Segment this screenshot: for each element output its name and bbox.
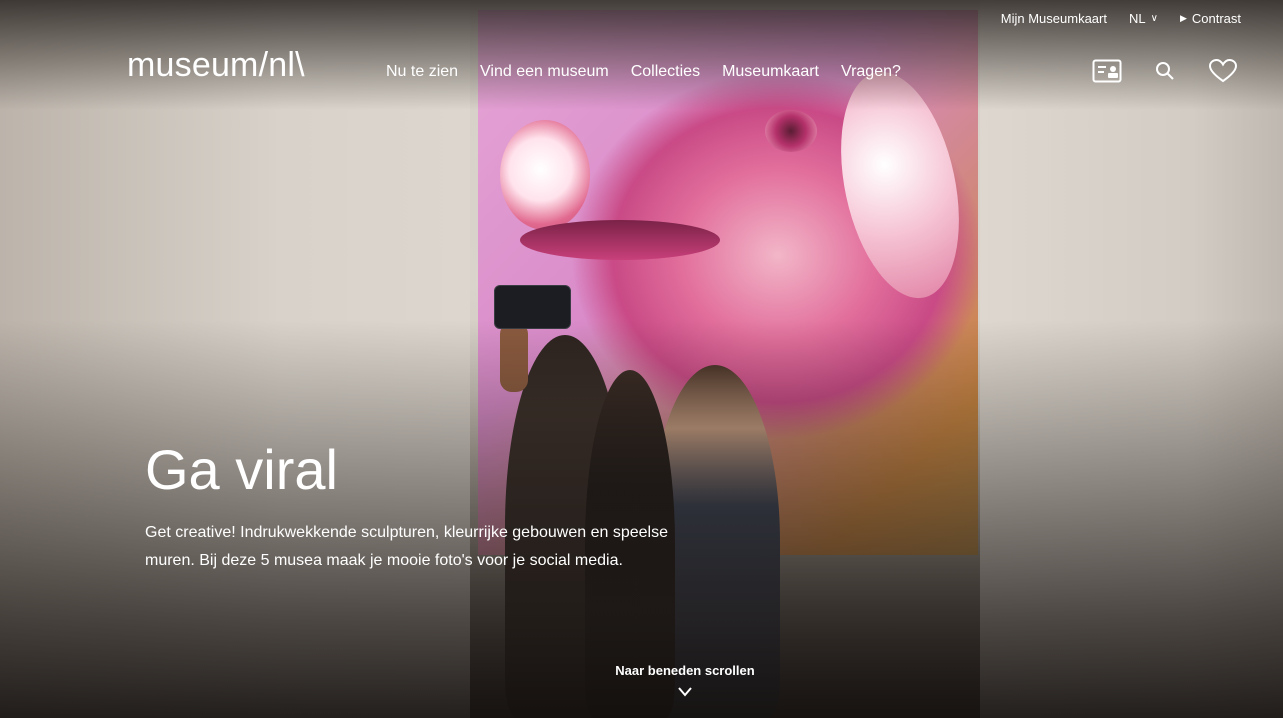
nav-item-collecties[interactable]: Collecties xyxy=(631,63,700,81)
nav-item-vragen[interactable]: Vragen? xyxy=(841,63,901,81)
contrast-label: Contrast xyxy=(1191,11,1241,26)
language-label: NL xyxy=(1128,11,1146,26)
utility-bar: Mijn Museumkaart NL ∨ ▶ Contrast xyxy=(1001,11,1241,26)
scroll-down-label: Naar beneden scrollen xyxy=(615,663,755,678)
hero-title: Ga viral xyxy=(145,438,338,501)
language-selector[interactable]: NL ∨ xyxy=(1129,11,1158,26)
site-logo[interactable]: museum/nl\ xyxy=(127,46,305,85)
main-nav: Nu te zien Vind een museum Collecties Mu… xyxy=(386,63,901,81)
heart-icon[interactable] xyxy=(1207,57,1239,85)
pig-snout xyxy=(500,120,590,230)
mijn-museumkaart-link[interactable]: Mijn Museumkaart xyxy=(1001,11,1107,26)
contrast-toggle[interactable]: ▶ Contrast xyxy=(1180,11,1241,26)
nav-item-museumkaart[interactable]: Museumkaart xyxy=(722,63,819,81)
header-icons xyxy=(1091,57,1239,85)
hero-section: Mijn Museumkaart NL ∨ ▶ Contrast museum/… xyxy=(0,0,1283,718)
chevron-down-icon xyxy=(678,687,692,697)
nav-item-vind-een-museum[interactable]: Vind een museum xyxy=(480,63,609,81)
scroll-down-button[interactable]: Naar beneden scrollen xyxy=(585,663,785,698)
museumkaart-card-icon[interactable] xyxy=(1091,57,1123,85)
search-icon[interactable] xyxy=(1149,57,1181,85)
nav-item-nu-te-zien[interactable]: Nu te zien xyxy=(386,63,458,81)
chevron-down-icon: ∨ xyxy=(1150,13,1158,24)
pig-mouth xyxy=(520,220,720,260)
hero-intro: Get creative! Indrukwekkende sculpturen,… xyxy=(145,524,668,569)
play-triangle-icon: ▶ xyxy=(1179,13,1187,23)
pig-eye xyxy=(765,110,817,152)
